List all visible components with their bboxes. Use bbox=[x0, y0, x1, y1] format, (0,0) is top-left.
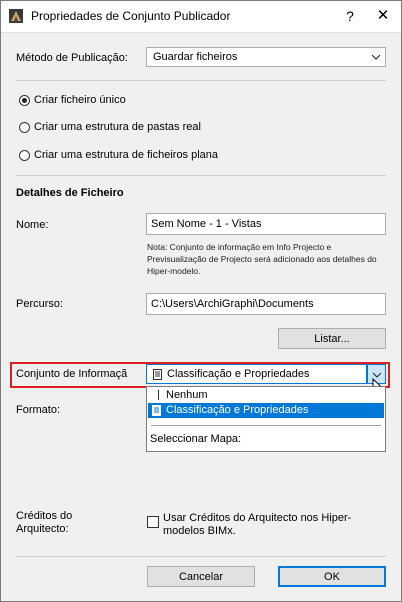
name-value: Sem Nome - 1 - Vistas bbox=[151, 218, 262, 230]
credits-checkbox[interactable] bbox=[147, 516, 159, 528]
path-value: C:\Users\ArchiGraphi\Documents bbox=[151, 298, 314, 310]
radio-flat-file-structure-label[interactable]: Criar uma estrutura de ficheiros plana bbox=[34, 149, 218, 161]
radio-flat-file-structure[interactable] bbox=[19, 150, 30, 161]
publish-method-value: Guardar ficheiros bbox=[153, 51, 238, 63]
info-set-value: Classificação e Propriedades bbox=[167, 368, 310, 380]
path-input[interactable]: C:\Users\ArchiGraphi\Documents bbox=[146, 293, 386, 315]
info-set-select[interactable]: Classificação e Propriedades bbox=[146, 364, 367, 384]
info-set-label: Conjunto de Informaçã bbox=[16, 368, 128, 380]
path-label: Percurso: bbox=[16, 298, 64, 310]
divider bbox=[16, 175, 386, 176]
help-button[interactable]: ? bbox=[335, 6, 365, 26]
radio-single-file-label[interactable]: Criar ficheiro único bbox=[34, 94, 126, 106]
cancel-button[interactable]: Cancelar bbox=[147, 566, 255, 587]
divider bbox=[16, 80, 386, 81]
indent-marker bbox=[158, 390, 159, 400]
radio-real-folder-structure[interactable] bbox=[19, 122, 30, 133]
publish-method-select[interactable]: Guardar ficheiros bbox=[146, 47, 386, 67]
radio-single-file[interactable] bbox=[19, 95, 30, 106]
ok-button-label: OK bbox=[324, 571, 340, 583]
divider bbox=[16, 556, 386, 557]
document-icon bbox=[152, 405, 161, 416]
browse-button-label: Listar... bbox=[314, 333, 350, 345]
credits-checkbox-label[interactable]: Usar Créditos do Arquitecto nos Hiper-mo… bbox=[163, 512, 363, 538]
document-icon bbox=[153, 369, 162, 380]
publish-method-label: Método de Publicação: bbox=[16, 52, 128, 64]
file-details-heading: Detalhes de Ficheiro bbox=[16, 187, 124, 199]
close-button[interactable]: ✕ bbox=[368, 6, 398, 26]
info-set-dropdown-list: Nenhum Classificação e Propriedades Sele… bbox=[146, 386, 386, 452]
browse-button[interactable]: Listar... bbox=[278, 328, 386, 349]
window-title: Propriedades de Conjunto Publicador bbox=[31, 9, 231, 23]
dropdown-item-none-label: Nenhum bbox=[166, 389, 208, 401]
name-label: Nome: bbox=[16, 219, 49, 231]
cancel-button-label: Cancelar bbox=[178, 571, 224, 583]
chevron-down-icon bbox=[371, 54, 381, 60]
dropdown-item-classification[interactable]: Classificação e Propriedades bbox=[148, 403, 384, 418]
name-input[interactable]: Sem Nome - 1 - Vistas bbox=[146, 213, 386, 235]
archicad-app-icon bbox=[9, 9, 23, 23]
radio-real-folder-structure-label[interactable]: Criar uma estrutura de pastas real bbox=[34, 121, 201, 133]
info-note: Nota: Conjunto de informação em Info Pro… bbox=[147, 242, 377, 276]
credits-label: Créditos do Arquitecto: bbox=[16, 510, 73, 535]
ok-button[interactable]: OK bbox=[278, 566, 386, 587]
dropdown-item-none[interactable]: Nenhum bbox=[148, 388, 384, 403]
format-label: Formato: bbox=[16, 404, 61, 416]
dropdown-separator bbox=[151, 425, 381, 426]
dropdown-item-classification-label: Classificação e Propriedades bbox=[166, 404, 309, 416]
dropdown-item-select-map[interactable]: Seleccionar Mapa: bbox=[150, 433, 241, 445]
